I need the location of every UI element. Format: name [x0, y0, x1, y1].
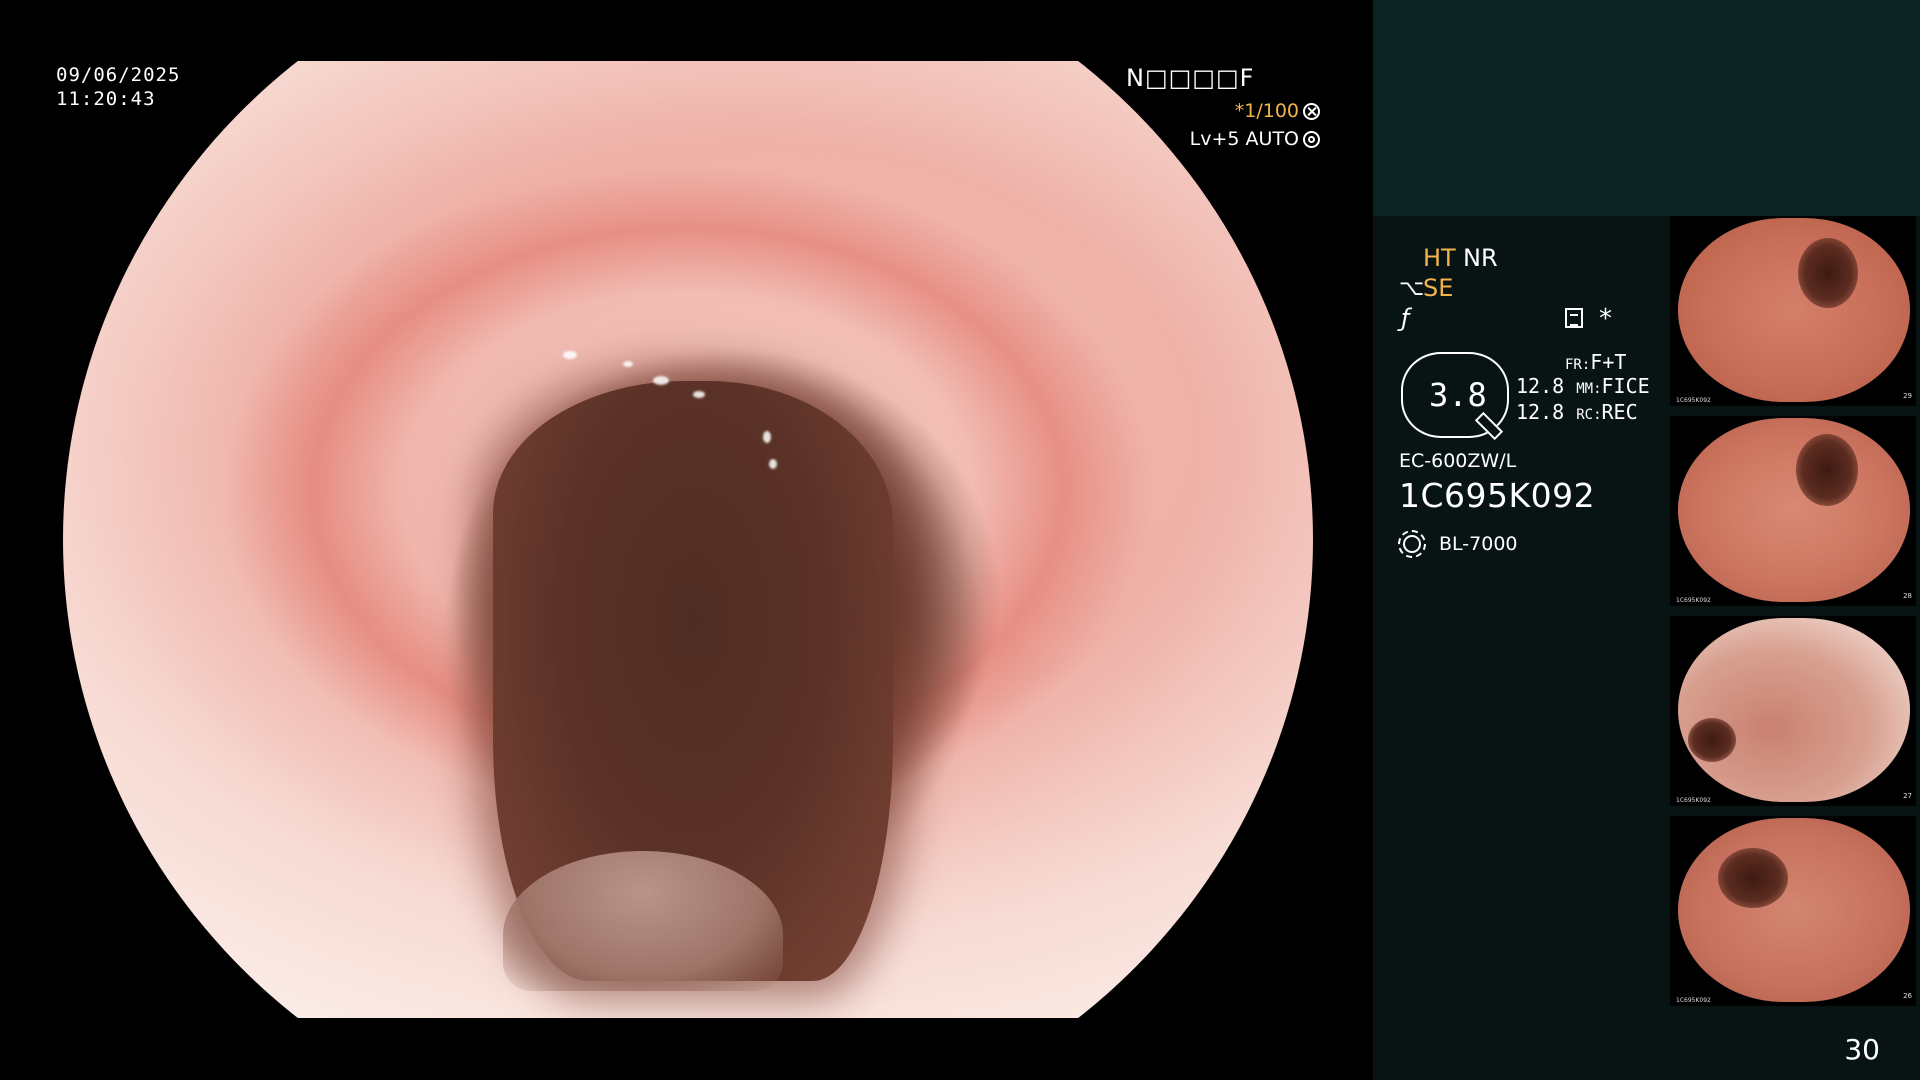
rc-setting: 12.8 RC:REC: [1516, 400, 1638, 424]
light-source-icon: [1398, 530, 1426, 558]
thumbnail-image: [1678, 818, 1910, 1002]
rc-number: 12.8: [1516, 400, 1565, 424]
exam-date: 09/06/2025: [56, 64, 181, 86]
thumbnail-capture[interactable]: 28 1C695K092: [1670, 416, 1916, 606]
info-panel: HT NR ⌥ SE ƒ * 3.8 FR:F+T 12.8 MM:FICE 1…: [1373, 0, 1920, 1080]
mm-setting: 12.8 MM:FICE: [1516, 374, 1650, 398]
mm-label: MM:: [1576, 381, 1602, 397]
light-reflection: [563, 351, 577, 359]
light-reflection: [623, 361, 633, 367]
endoscopy-screen: 09/06/2025 11:20:43 N□□□□F *1/100 Lv+5 A…: [0, 0, 1920, 1080]
zoom-value: 3.8: [1429, 376, 1487, 414]
thumbnail-image: [1678, 218, 1910, 402]
thumbnail-number: 29: [1903, 392, 1912, 400]
thumbnail-lumen: [1798, 238, 1858, 308]
function-icon: ƒ: [1401, 304, 1410, 332]
shutter-value: *1/100: [1234, 100, 1299, 122]
light-reflection: [693, 391, 705, 398]
thumbnail-lumen: [1796, 434, 1858, 506]
rc-value: REC: [1601, 400, 1638, 424]
thumbnail-lumen: [1688, 718, 1736, 762]
page-number: 30: [1844, 1033, 1880, 1066]
mm-number: 12.8: [1516, 374, 1565, 398]
fr-label: FR:: [1565, 357, 1591, 373]
thumbnail-number: 26: [1903, 992, 1912, 1000]
thumbnail-serial: 1C695K092: [1676, 397, 1711, 404]
rc-label: RC:: [1576, 407, 1602, 423]
nr-indicator: NR: [1463, 244, 1498, 272]
thumbnail-image: [1678, 418, 1910, 602]
thumbnail-serial: 1C695K092: [1676, 797, 1711, 804]
asterisk-indicator: *: [1599, 304, 1612, 334]
scope-serial: 1C695K092: [1399, 476, 1596, 515]
main-endoscopy-image: [63, 61, 1313, 1018]
fr-setting: FR:F+T: [1565, 350, 1626, 374]
thumbnail-number: 27: [1903, 792, 1912, 800]
light-source: BL-7000: [1439, 533, 1518, 555]
thumbnail-capture[interactable]: 26 1C695K092: [1670, 816, 1916, 1006]
menu-icon: [1565, 308, 1583, 328]
panel-header-area: [1373, 0, 1920, 216]
zoom-badge: 3.8: [1401, 352, 1509, 441]
light-reflection: [653, 376, 669, 385]
shutter-speed: *1/100: [1235, 100, 1320, 122]
brightness-level: Lv+5 AUTO: [1190, 128, 1320, 150]
light-reflection: [769, 459, 777, 469]
light-reflection: [763, 431, 771, 443]
se-indicator: SE: [1423, 274, 1454, 302]
enhancement-icon: ⌥: [1399, 276, 1425, 301]
thumbnail-image: [1678, 618, 1910, 802]
thumbnail-lumen: [1718, 848, 1788, 908]
thumbnail-capture[interactable]: 27 1C695K092: [1670, 616, 1916, 806]
shutter-icon: [1303, 103, 1320, 120]
auto-exposure-icon: [1303, 131, 1320, 148]
patient-id: N□□□□F: [1126, 64, 1255, 92]
scope-model: EC-600ZW/L: [1399, 450, 1517, 472]
fr-value: F+T: [1590, 350, 1627, 374]
level-value: Lv+5 AUTO: [1189, 128, 1299, 150]
thumbnail-capture[interactable]: 29 1C695K092: [1670, 216, 1916, 406]
zoom-pen-icon: [1474, 411, 1504, 441]
ht-indicator: HT: [1423, 244, 1456, 272]
thumbnail-number: 28: [1903, 592, 1912, 600]
mm-value: FICE: [1601, 374, 1650, 398]
exam-time: 11:20:43: [56, 88, 156, 110]
thumbnail-serial: 1C695K092: [1676, 597, 1711, 604]
thumbnail-serial: 1C695K092: [1676, 997, 1711, 1004]
